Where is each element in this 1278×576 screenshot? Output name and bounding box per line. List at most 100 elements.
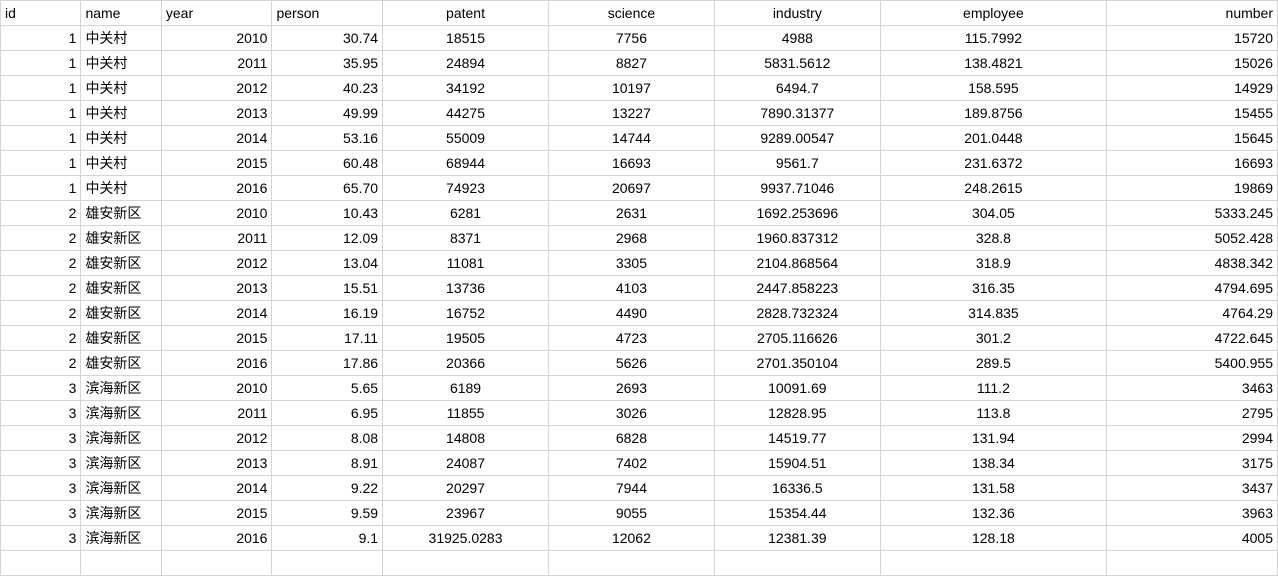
cell-person[interactable]: 9.1 bbox=[272, 526, 383, 551]
cell-year[interactable]: 2015 bbox=[161, 326, 272, 351]
cell-id[interactable]: 1 bbox=[1, 76, 81, 101]
cell-id[interactable]: 3 bbox=[1, 501, 81, 526]
cell-name[interactable]: 中关村 bbox=[81, 151, 161, 176]
cell-number[interactable]: 3963 bbox=[1107, 501, 1278, 526]
cell-employee[interactable]: 328.8 bbox=[880, 226, 1106, 251]
cell-science[interactable]: 9055 bbox=[548, 501, 714, 526]
table-row[interactable]: 3滨海新区20105.656189269310091.69111.23463 bbox=[1, 376, 1278, 401]
cell-employee[interactable]: 316.35 bbox=[880, 276, 1106, 301]
cell-employee[interactable]: 231.6372 bbox=[880, 151, 1106, 176]
cell-employee[interactable]: 248.2615 bbox=[880, 176, 1106, 201]
cell-science[interactable]: 2968 bbox=[548, 226, 714, 251]
cell-person[interactable]: 35.95 bbox=[272, 51, 383, 76]
cell-year[interactable]: 2016 bbox=[161, 526, 272, 551]
table-row[interactable]: 2雄安新区201213.041108133052104.868564318.94… bbox=[1, 251, 1278, 276]
table-row[interactable]: 1中关村201240.2334192101976494.7158.5951492… bbox=[1, 76, 1278, 101]
table-row[interactable]: 1中关村201135.952489488275831.5612138.48211… bbox=[1, 51, 1278, 76]
cell-number[interactable]: 4838.342 bbox=[1107, 251, 1278, 276]
cell-year[interactable]: 2010 bbox=[161, 376, 272, 401]
cell-year[interactable]: 2010 bbox=[161, 26, 272, 51]
cell-employee[interactable]: 132.36 bbox=[880, 501, 1106, 526]
cell-industry[interactable]: 1692.253696 bbox=[714, 201, 880, 226]
cell-number[interactable]: 2795 bbox=[1107, 401, 1278, 426]
cell-year[interactable]: 2012 bbox=[161, 76, 272, 101]
cell-science[interactable]: 3305 bbox=[548, 251, 714, 276]
cell-industry[interactable]: 10091.69 bbox=[714, 376, 880, 401]
cell-person[interactable]: 17.11 bbox=[272, 326, 383, 351]
cell-person[interactable]: 9.22 bbox=[272, 476, 383, 501]
cell-name[interactable]: 滨海新区 bbox=[81, 376, 161, 401]
cell-name[interactable]: 中关村 bbox=[81, 51, 161, 76]
cell-name[interactable]: 滨海新区 bbox=[81, 451, 161, 476]
cell-science[interactable]: 2631 bbox=[548, 201, 714, 226]
cell-employee[interactable]: 138.34 bbox=[880, 451, 1106, 476]
cell-year[interactable]: 2012 bbox=[161, 251, 272, 276]
cell-industry[interactable]: 2447.858223 bbox=[714, 276, 880, 301]
cell-name[interactable]: 滨海新区 bbox=[81, 426, 161, 451]
table-row[interactable]: 1中关村201030.741851577564988115.799215720 bbox=[1, 26, 1278, 51]
cell-number[interactable]: 4722.645 bbox=[1107, 326, 1278, 351]
cell-employee[interactable]: 304.05 bbox=[880, 201, 1106, 226]
cell-id[interactable]: 1 bbox=[1, 126, 81, 151]
cell-number[interactable]: 15645 bbox=[1107, 126, 1278, 151]
cell-number[interactable]: 4005 bbox=[1107, 526, 1278, 551]
cell-name[interactable]: 雄安新区 bbox=[81, 226, 161, 251]
cell-person[interactable]: 16.19 bbox=[272, 301, 383, 326]
cell-employee[interactable]: 138.4821 bbox=[880, 51, 1106, 76]
cell-patent[interactable]: 11081 bbox=[383, 251, 549, 276]
cell-name[interactable]: 雄安新区 bbox=[81, 201, 161, 226]
cell-number[interactable]: 5052.428 bbox=[1107, 226, 1278, 251]
cell-industry[interactable]: 2701.350104 bbox=[714, 351, 880, 376]
cell-id[interactable]: 1 bbox=[1, 51, 81, 76]
cell-id[interactable]: 1 bbox=[1, 151, 81, 176]
cell-industry[interactable]: 2705.116626 bbox=[714, 326, 880, 351]
cell-year[interactable]: 2014 bbox=[161, 301, 272, 326]
cell-person[interactable]: 60.48 bbox=[272, 151, 383, 176]
cell-id[interactable]: 3 bbox=[1, 426, 81, 451]
cell-patent[interactable]: 14808 bbox=[383, 426, 549, 451]
cell-industry[interactable]: 2828.732324 bbox=[714, 301, 880, 326]
cell-year[interactable]: 2012 bbox=[161, 426, 272, 451]
cell-industry[interactable]: 14519.77 bbox=[714, 426, 880, 451]
table-row[interactable]: 3滨海新区20169.131925.02831206212381.39128.1… bbox=[1, 526, 1278, 551]
cell-id[interactable]: 1 bbox=[1, 176, 81, 201]
cell-number[interactable]: 19869 bbox=[1107, 176, 1278, 201]
cell-patent[interactable]: 11855 bbox=[383, 401, 549, 426]
cell-industry[interactable]: 12828.95 bbox=[714, 401, 880, 426]
header-employee[interactable]: employee bbox=[880, 1, 1106, 26]
cell-employee[interactable]: 128.18 bbox=[880, 526, 1106, 551]
cell-science[interactable]: 13227 bbox=[548, 101, 714, 126]
cell-science[interactable]: 4103 bbox=[548, 276, 714, 301]
cell-year[interactable]: 2013 bbox=[161, 276, 272, 301]
cell-person[interactable]: 12.09 bbox=[272, 226, 383, 251]
cell-name[interactable]: 滨海新区 bbox=[81, 501, 161, 526]
cell-name[interactable]: 中关村 bbox=[81, 26, 161, 51]
header-name[interactable]: name bbox=[81, 1, 161, 26]
header-science[interactable]: science bbox=[548, 1, 714, 26]
cell-id[interactable]: 2 bbox=[1, 276, 81, 301]
cell-person[interactable]: 15.51 bbox=[272, 276, 383, 301]
cell-id[interactable]: 1 bbox=[1, 101, 81, 126]
cell-number[interactable]: 3437 bbox=[1107, 476, 1278, 501]
cell-id[interactable]: 2 bbox=[1, 326, 81, 351]
header-year[interactable]: year bbox=[161, 1, 272, 26]
cell-name[interactable]: 雄安新区 bbox=[81, 301, 161, 326]
cell-science[interactable]: 7756 bbox=[548, 26, 714, 51]
table-row[interactable]: 3滨海新区20116.9511855302612828.95113.82795 bbox=[1, 401, 1278, 426]
cell-number[interactable]: 16693 bbox=[1107, 151, 1278, 176]
cell-patent[interactable]: 23967 bbox=[383, 501, 549, 526]
cell-patent[interactable]: 34192 bbox=[383, 76, 549, 101]
cell-person[interactable]: 9.59 bbox=[272, 501, 383, 526]
cell-number[interactable]: 4794.695 bbox=[1107, 276, 1278, 301]
cell-id[interactable]: 2 bbox=[1, 226, 81, 251]
cell-industry[interactable]: 4988 bbox=[714, 26, 880, 51]
cell-employee[interactable]: 131.58 bbox=[880, 476, 1106, 501]
cell-industry[interactable]: 6494.7 bbox=[714, 76, 880, 101]
table-row[interactable]: 3滨海新区20128.0814808682814519.77131.942994 bbox=[1, 426, 1278, 451]
header-id[interactable]: id bbox=[1, 1, 81, 26]
cell-number[interactable]: 2994 bbox=[1107, 426, 1278, 451]
table-row[interactable]: 3滨海新区20149.2220297794416336.5131.583437 bbox=[1, 476, 1278, 501]
cell-patent[interactable]: 55009 bbox=[383, 126, 549, 151]
cell-industry[interactable]: 15354.44 bbox=[714, 501, 880, 526]
table-row[interactable]: 1中关村201665.7074923206979937.71046248.261… bbox=[1, 176, 1278, 201]
